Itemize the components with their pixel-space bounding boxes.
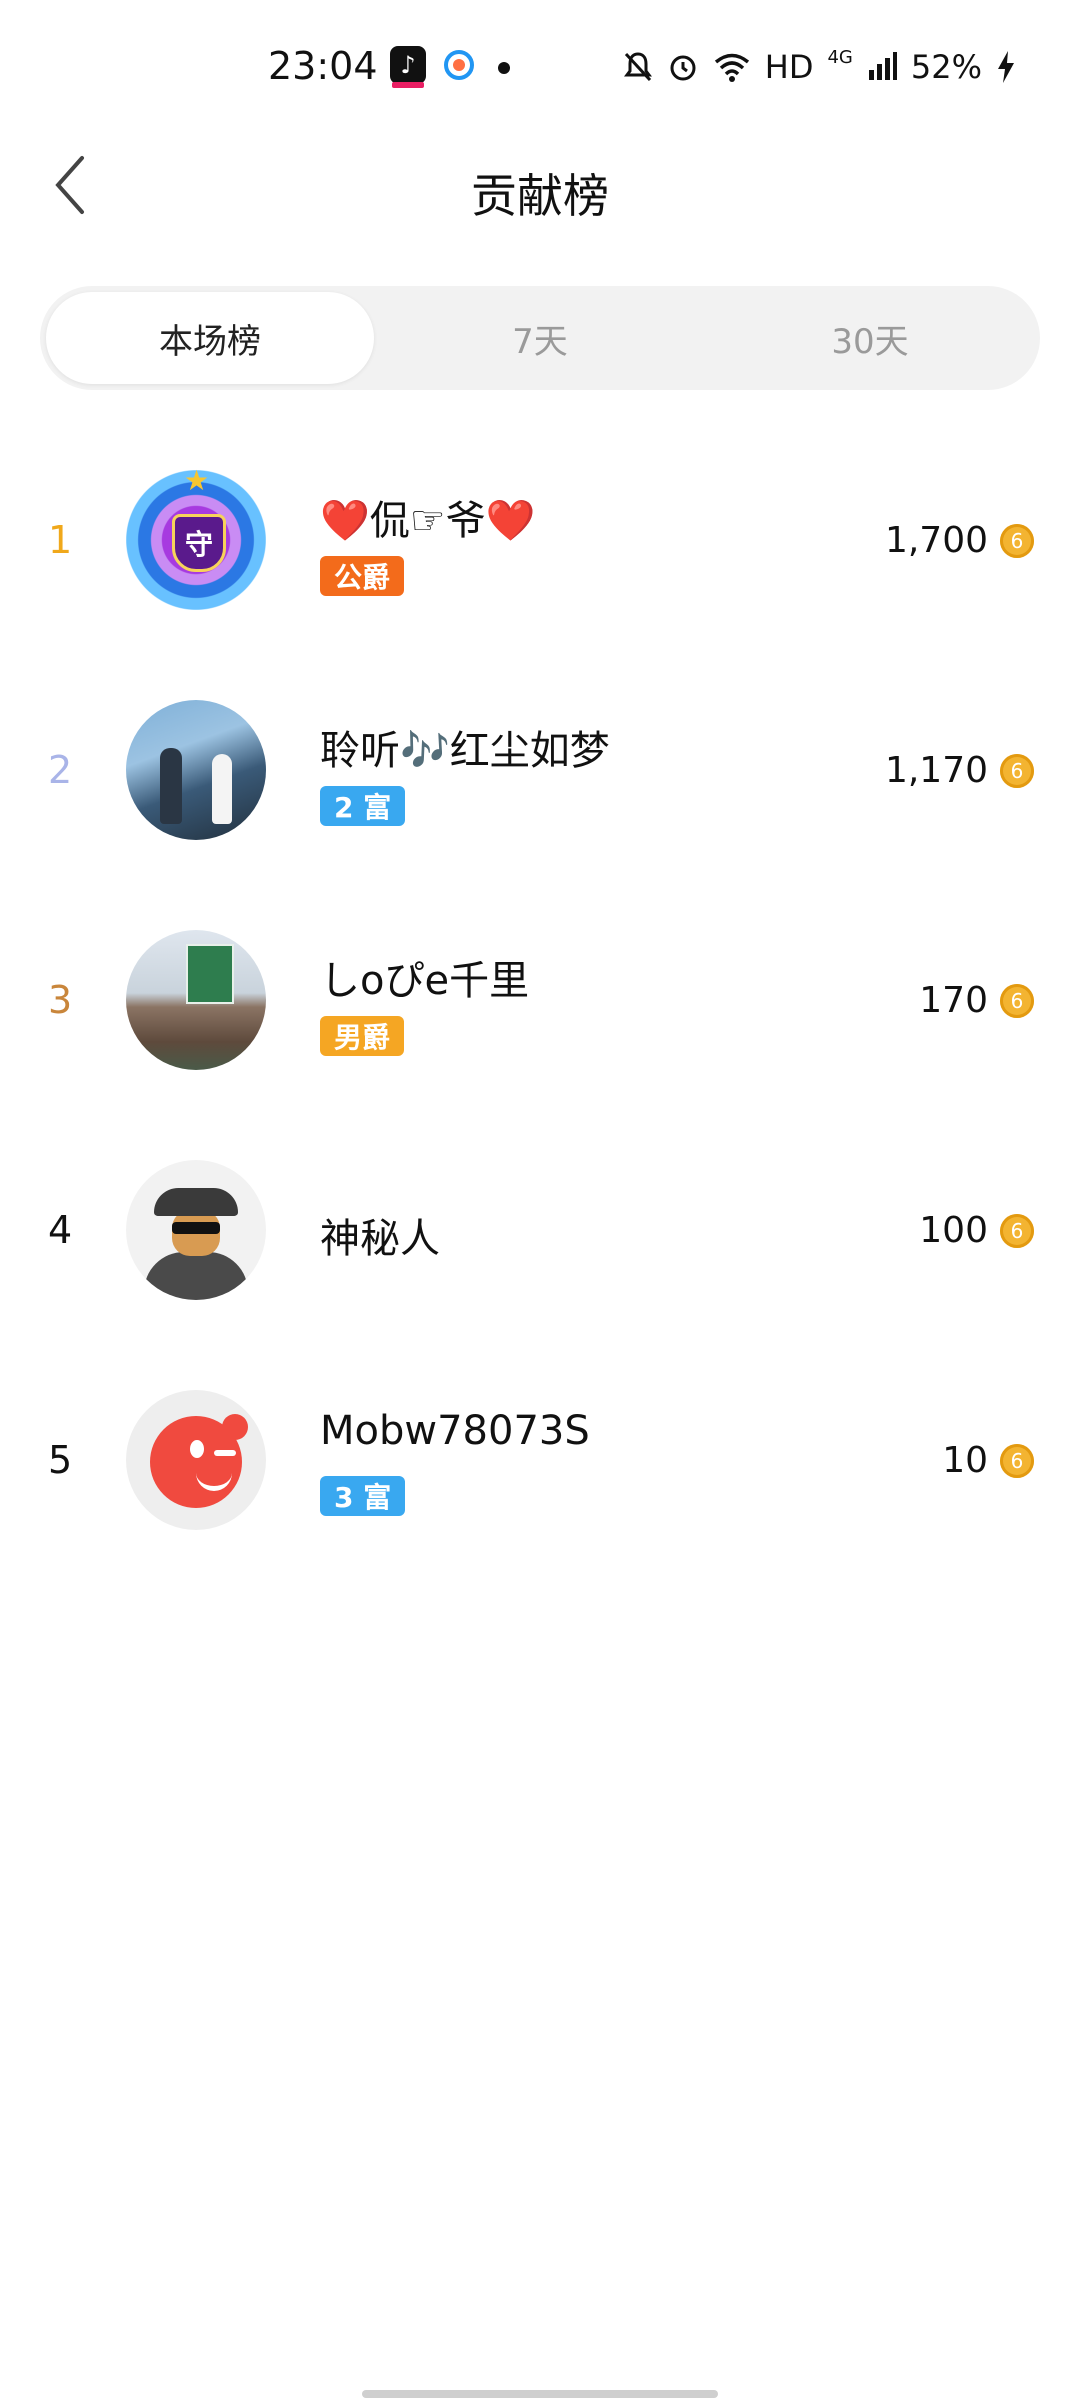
hat-icon [154, 1188, 238, 1216]
period-tabs: 本场榜 7天 30天 [40, 286, 1040, 390]
rank-number: 3 [48, 978, 73, 1022]
wealth-badge: 2 富 [320, 786, 406, 826]
leaderboard-row[interactable]: 3 しoぴe千里 男爵 170 6 [0, 900, 1080, 1100]
wifi-icon [714, 53, 749, 82]
leaderboard-row[interactable]: 2 聆听🎶红尘如梦 2 富 1,170 6 [0, 670, 1080, 870]
tab-this-session[interactable]: 本场榜 [46, 292, 374, 384]
user-name: 神秘人 [320, 1216, 440, 1262]
guardian-shield-icon: 守 [172, 514, 226, 572]
score-value: 1,700 [884, 519, 988, 561]
avatar[interactable] [126, 1160, 266, 1300]
score-value: 100 [919, 1209, 988, 1251]
user-name: ❤️侃☞爷❤️ [320, 498, 536, 544]
signal-bars-icon [868, 52, 897, 80]
sunglasses-icon [172, 1222, 220, 1234]
avatar[interactable] [126, 1390, 266, 1530]
tiktok-app-icon: ♪ [390, 46, 426, 88]
rank-number: 2 [48, 748, 73, 792]
avatar-figure [212, 754, 232, 824]
status-time: 23:04 [268, 44, 378, 88]
status-bar: 23:04 ♪ HD 4G 52% [0, 0, 1080, 130]
user-name: しoぴe千里 [320, 958, 530, 1004]
tab-30-days[interactable]: 30天 [706, 292, 1034, 384]
page-title: 贡献榜 [471, 169, 609, 223]
rank-number: 4 [48, 1208, 73, 1252]
app-notification-icon [444, 50, 474, 80]
road-sign-icon [186, 944, 234, 1004]
coin-icon: 6 [1000, 754, 1034, 788]
coin-icon: 6 [1000, 524, 1034, 558]
score-value: 170 [919, 979, 988, 1021]
status-right: HD 4G 52% [623, 46, 1016, 86]
star-icon: ★ [184, 464, 210, 497]
avatar-figure [160, 748, 182, 824]
tab-7-days[interactable]: 7天 [376, 292, 704, 384]
wealth-badge: 3 富 [320, 1476, 406, 1516]
eye-icon [190, 1440, 204, 1458]
level-badge: 公爵 [320, 556, 405, 596]
user-name: 聆听🎶红尘如梦 [320, 728, 610, 774]
mystery-man-icon [144, 1252, 248, 1300]
coin-icon: 6 [1000, 984, 1034, 1018]
network-type-label: HD [764, 48, 814, 86]
leaderboard-row[interactable]: 1 ★ 守 ❤️侃☞爷❤️ 公爵 1,700 6 [0, 440, 1080, 640]
signal-type-label: 4G [827, 46, 853, 68]
wink-icon [214, 1450, 236, 1456]
avatar[interactable] [126, 700, 266, 840]
score-value: 1,170 [884, 749, 988, 791]
alarm-icon [670, 55, 696, 81]
score-value: 10 [942, 1439, 988, 1481]
avatar[interactable]: ★ 守 [126, 464, 266, 610]
avatar[interactable] [126, 930, 266, 1070]
charging-icon [998, 51, 1014, 83]
leaderboard-row[interactable]: 5 Mobw78073S 3 富 10 6 [0, 1360, 1080, 1560]
leaderboard-row[interactable]: 4 神秘人 100 6 [0, 1130, 1080, 1330]
rank-number: 5 [48, 1438, 73, 1482]
home-indicator[interactable] [362, 2390, 718, 2398]
mute-bell-icon [623, 52, 652, 82]
notification-dot-icon [498, 62, 510, 74]
battery-percent: 52% [910, 48, 982, 86]
winking-blob-icon [150, 1414, 248, 1508]
coin-icon: 6 [1000, 1214, 1034, 1248]
rank-number: 1 [48, 518, 73, 562]
level-badge: 男爵 [320, 1016, 405, 1056]
user-name: Mobw78073S [320, 1408, 590, 1454]
coin-icon: 6 [1000, 1444, 1034, 1478]
